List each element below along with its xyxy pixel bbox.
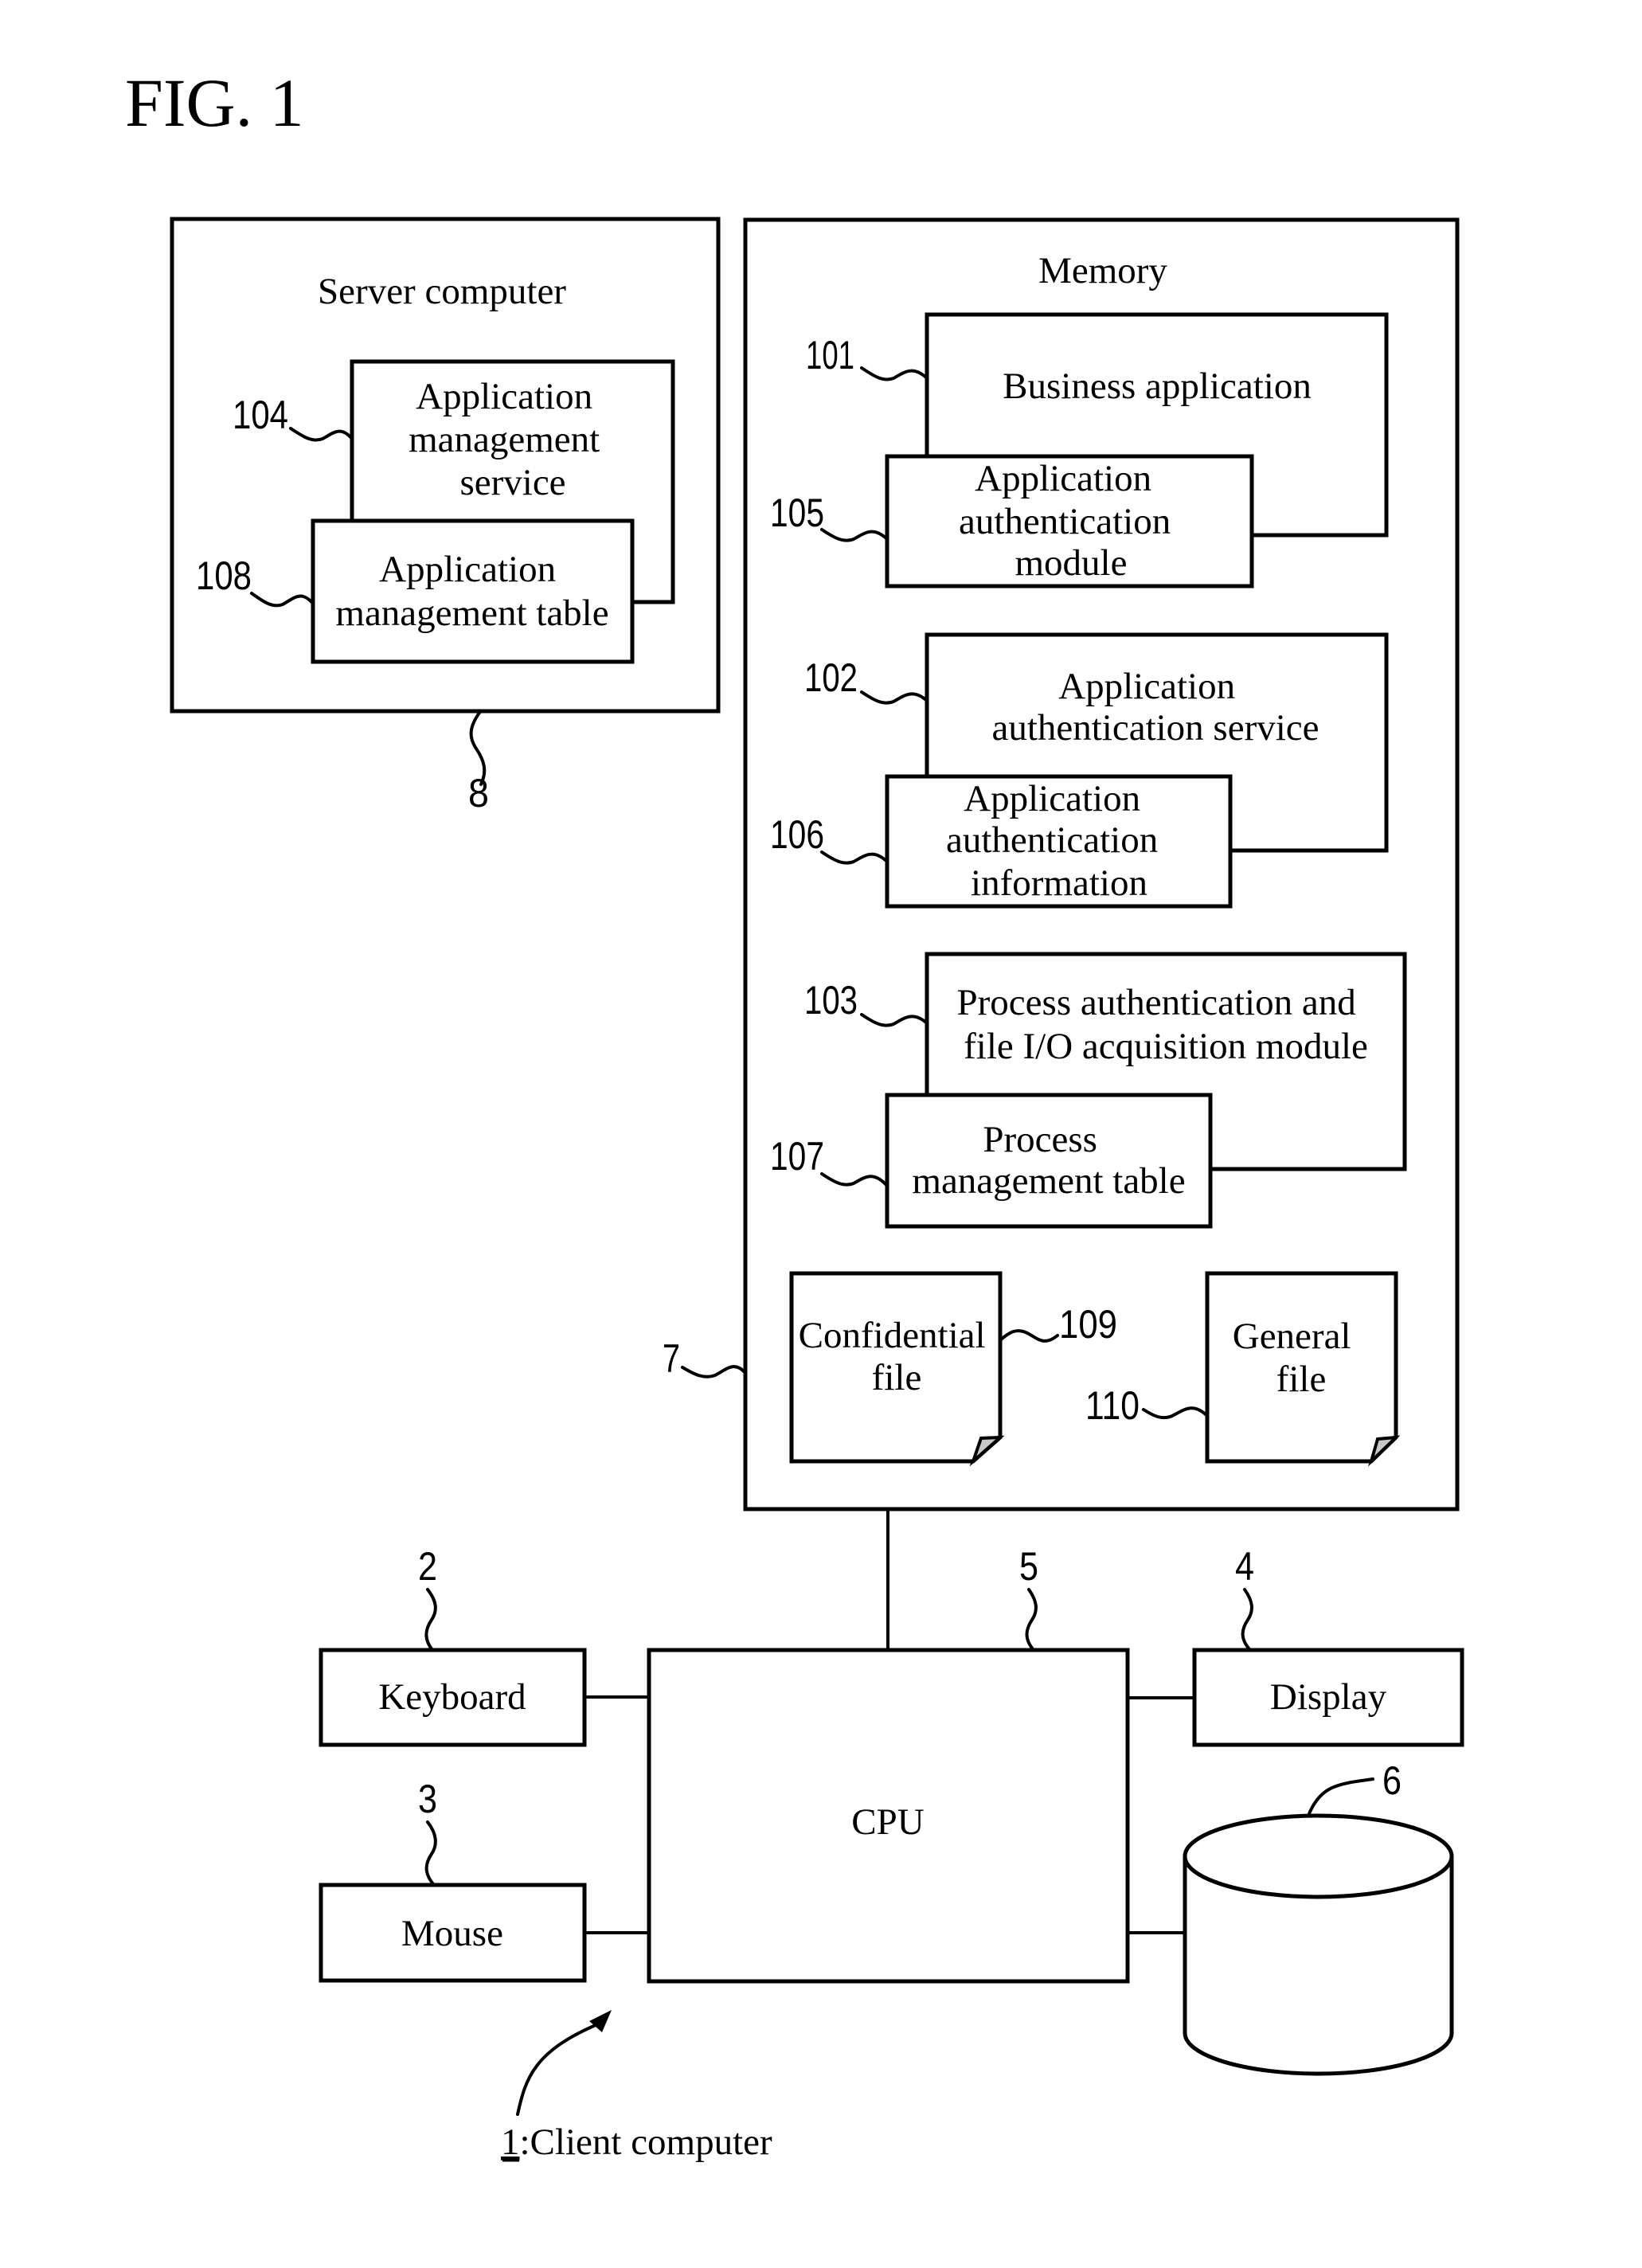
ref-107: 107 [770, 1134, 824, 1179]
display-label: Display [1270, 1676, 1387, 1718]
keyboard: Keyboard 2 [319, 1544, 587, 1747]
keyboard-label: Keyboard [378, 1676, 526, 1718]
ref-7: 7 [663, 1336, 680, 1381]
ref-101: 101 [806, 333, 854, 377]
management-table-box [311, 518, 635, 664]
cpu-label: CPU [851, 1801, 924, 1843]
mouse: Mouse 3 [319, 1777, 587, 1983]
ref-105: 105 [770, 491, 824, 535]
leader-7 [681, 1365, 747, 1378]
ref-3: 3 [418, 1777, 437, 1821]
display: Display 4 [1192, 1544, 1464, 1747]
general-file: General file [1205, 1271, 1401, 1467]
ref-106: 106 [770, 812, 824, 857]
ref-103: 103 [804, 978, 858, 1023]
ref-108: 108 [196, 553, 252, 598]
business-application-label: Business application [1003, 366, 1312, 407]
leader-4 [1241, 1588, 1253, 1652]
confidential-file: Confidential file [789, 1271, 1005, 1467]
memory-title: Memory [1038, 250, 1167, 291]
ref-102: 102 [804, 655, 858, 700]
figure-title: FIG. 1 [125, 65, 304, 141]
storage-disk-top [1183, 1813, 1454, 1899]
client-arrow [516, 2021, 603, 2116]
leader-3 [424, 1820, 437, 1887]
ref-4: 4 [1235, 1544, 1254, 1589]
client-ref-text: :Client computer [520, 2121, 773, 2163]
server-computer: Server computer Application management s… [170, 217, 721, 815]
ref-5: 5 [1019, 1544, 1038, 1589]
figure-canvas: FIG. 1 Server computer Application manag… [125, 65, 1464, 2163]
leader-2 [424, 1588, 437, 1652]
mouse-label: Mouse [401, 1913, 503, 1954]
server-computer-title: Server computer [318, 271, 566, 312]
ref-110: 110 [1085, 1383, 1140, 1428]
ref-109: 109 [1059, 1302, 1117, 1347]
ref-8: 8 [468, 771, 489, 815]
storage: 6 [1183, 1758, 1454, 2076]
leader-5 [1025, 1588, 1038, 1652]
client-computer-ref: 1:Client computer [501, 2010, 772, 2163]
leader-6 [1307, 1777, 1374, 1817]
ref-6: 6 [1382, 1758, 1402, 1803]
auth-information-label: Application authentication information [946, 778, 1167, 904]
client-computer-label: 1:Client computer [501, 2121, 772, 2163]
client-ref-number: 1 [501, 2121, 520, 2163]
ref-2: 2 [418, 1544, 437, 1589]
arrowhead-icon [589, 2010, 612, 2032]
memory: Memory 7 Business application 101 Applic… [663, 217, 1460, 1511]
ref-104: 104 [233, 393, 288, 437]
